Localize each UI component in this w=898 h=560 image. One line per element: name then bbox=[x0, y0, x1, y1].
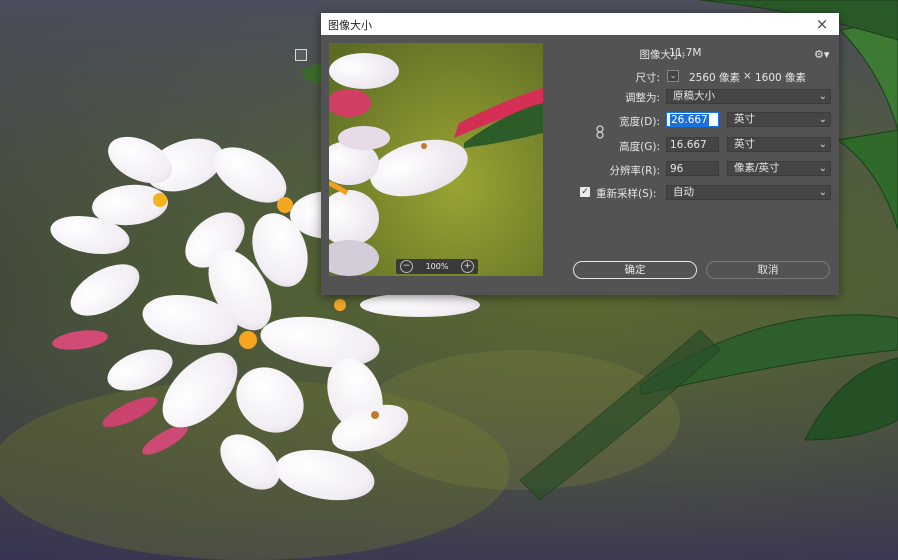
fit-to-select[interactable]: 原稿大小 ⌄ bbox=[666, 89, 831, 104]
resample-value: 自动 bbox=[673, 186, 694, 198]
zoom-control: − 100% + bbox=[396, 259, 478, 274]
image-size-dialog: 图像大小 × − 100% + 图像大小: 11.7M ⚙▾ 尺寸: ⌄ 256… bbox=[321, 13, 839, 295]
zoom-level: 100% bbox=[425, 262, 449, 271]
height-unit-select[interactable]: 英寸 ⌄ bbox=[727, 137, 831, 152]
resample-select[interactable]: 自动 ⌄ bbox=[666, 185, 831, 200]
dimensions-label: 尺寸: bbox=[635, 72, 660, 84]
width-label: 宽度(D): bbox=[619, 116, 660, 128]
height-value: 16.667 bbox=[670, 139, 707, 151]
canvas-handle bbox=[295, 49, 307, 61]
fit-to-value: 原稿大小 bbox=[673, 90, 715, 102]
gear-icon[interactable]: ⚙▾ bbox=[814, 48, 830, 61]
fit-to-label: 调整为: bbox=[624, 92, 660, 104]
height-label: 高度(G): bbox=[619, 141, 660, 153]
width-unit: 英寸 bbox=[734, 113, 755, 125]
width-input[interactable]: 26.667 bbox=[666, 112, 719, 127]
resample-label: 重新采样(S): bbox=[596, 188, 657, 200]
dialog-title: 图像大小 bbox=[328, 19, 372, 32]
chevron-down-icon[interactable]: ⌄ bbox=[667, 70, 679, 82]
width-unit-select[interactable]: 英寸 ⌄ bbox=[727, 112, 831, 127]
resolution-value: 96 bbox=[670, 163, 684, 175]
zoom-in-icon[interactable]: + bbox=[461, 260, 474, 273]
cancel-button[interactable]: 取消 bbox=[706, 261, 830, 279]
resolution-label: 分辨率(R): bbox=[609, 165, 660, 177]
dialog-titlebar[interactable]: 图像大小 × bbox=[321, 13, 839, 35]
dimensions-width: 2560 像素 bbox=[689, 72, 741, 84]
resolution-unit-select[interactable]: 像素/英寸 ⌄ bbox=[727, 161, 831, 176]
height-unit: 英寸 bbox=[734, 138, 755, 150]
image-size-value: 11.7M bbox=[669, 47, 702, 59]
chevron-down-icon: ⌄ bbox=[818, 187, 827, 198]
close-icon[interactable]: × bbox=[813, 14, 831, 34]
chevron-down-icon: ⌄ bbox=[818, 163, 827, 174]
chevron-down-icon: ⌄ bbox=[818, 114, 827, 125]
width-value: 26.667 bbox=[670, 114, 709, 126]
dimensions-times: × bbox=[743, 70, 752, 82]
dimensions-height: 1600 像素 bbox=[755, 72, 807, 84]
chevron-down-icon: ⌄ bbox=[818, 91, 827, 102]
image-preview[interactable]: − 100% + bbox=[329, 43, 543, 276]
height-input[interactable]: 16.667 bbox=[666, 137, 719, 152]
ok-button[interactable]: 确定 bbox=[573, 261, 697, 279]
resolution-input[interactable]: 96 bbox=[666, 161, 719, 176]
resolution-unit: 像素/英寸 bbox=[734, 162, 780, 174]
preview-image bbox=[329, 43, 543, 276]
zoom-out-icon[interactable]: − bbox=[400, 260, 413, 273]
chevron-down-icon: ⌄ bbox=[818, 139, 827, 150]
resample-checkbox[interactable]: ✓ bbox=[580, 187, 590, 197]
